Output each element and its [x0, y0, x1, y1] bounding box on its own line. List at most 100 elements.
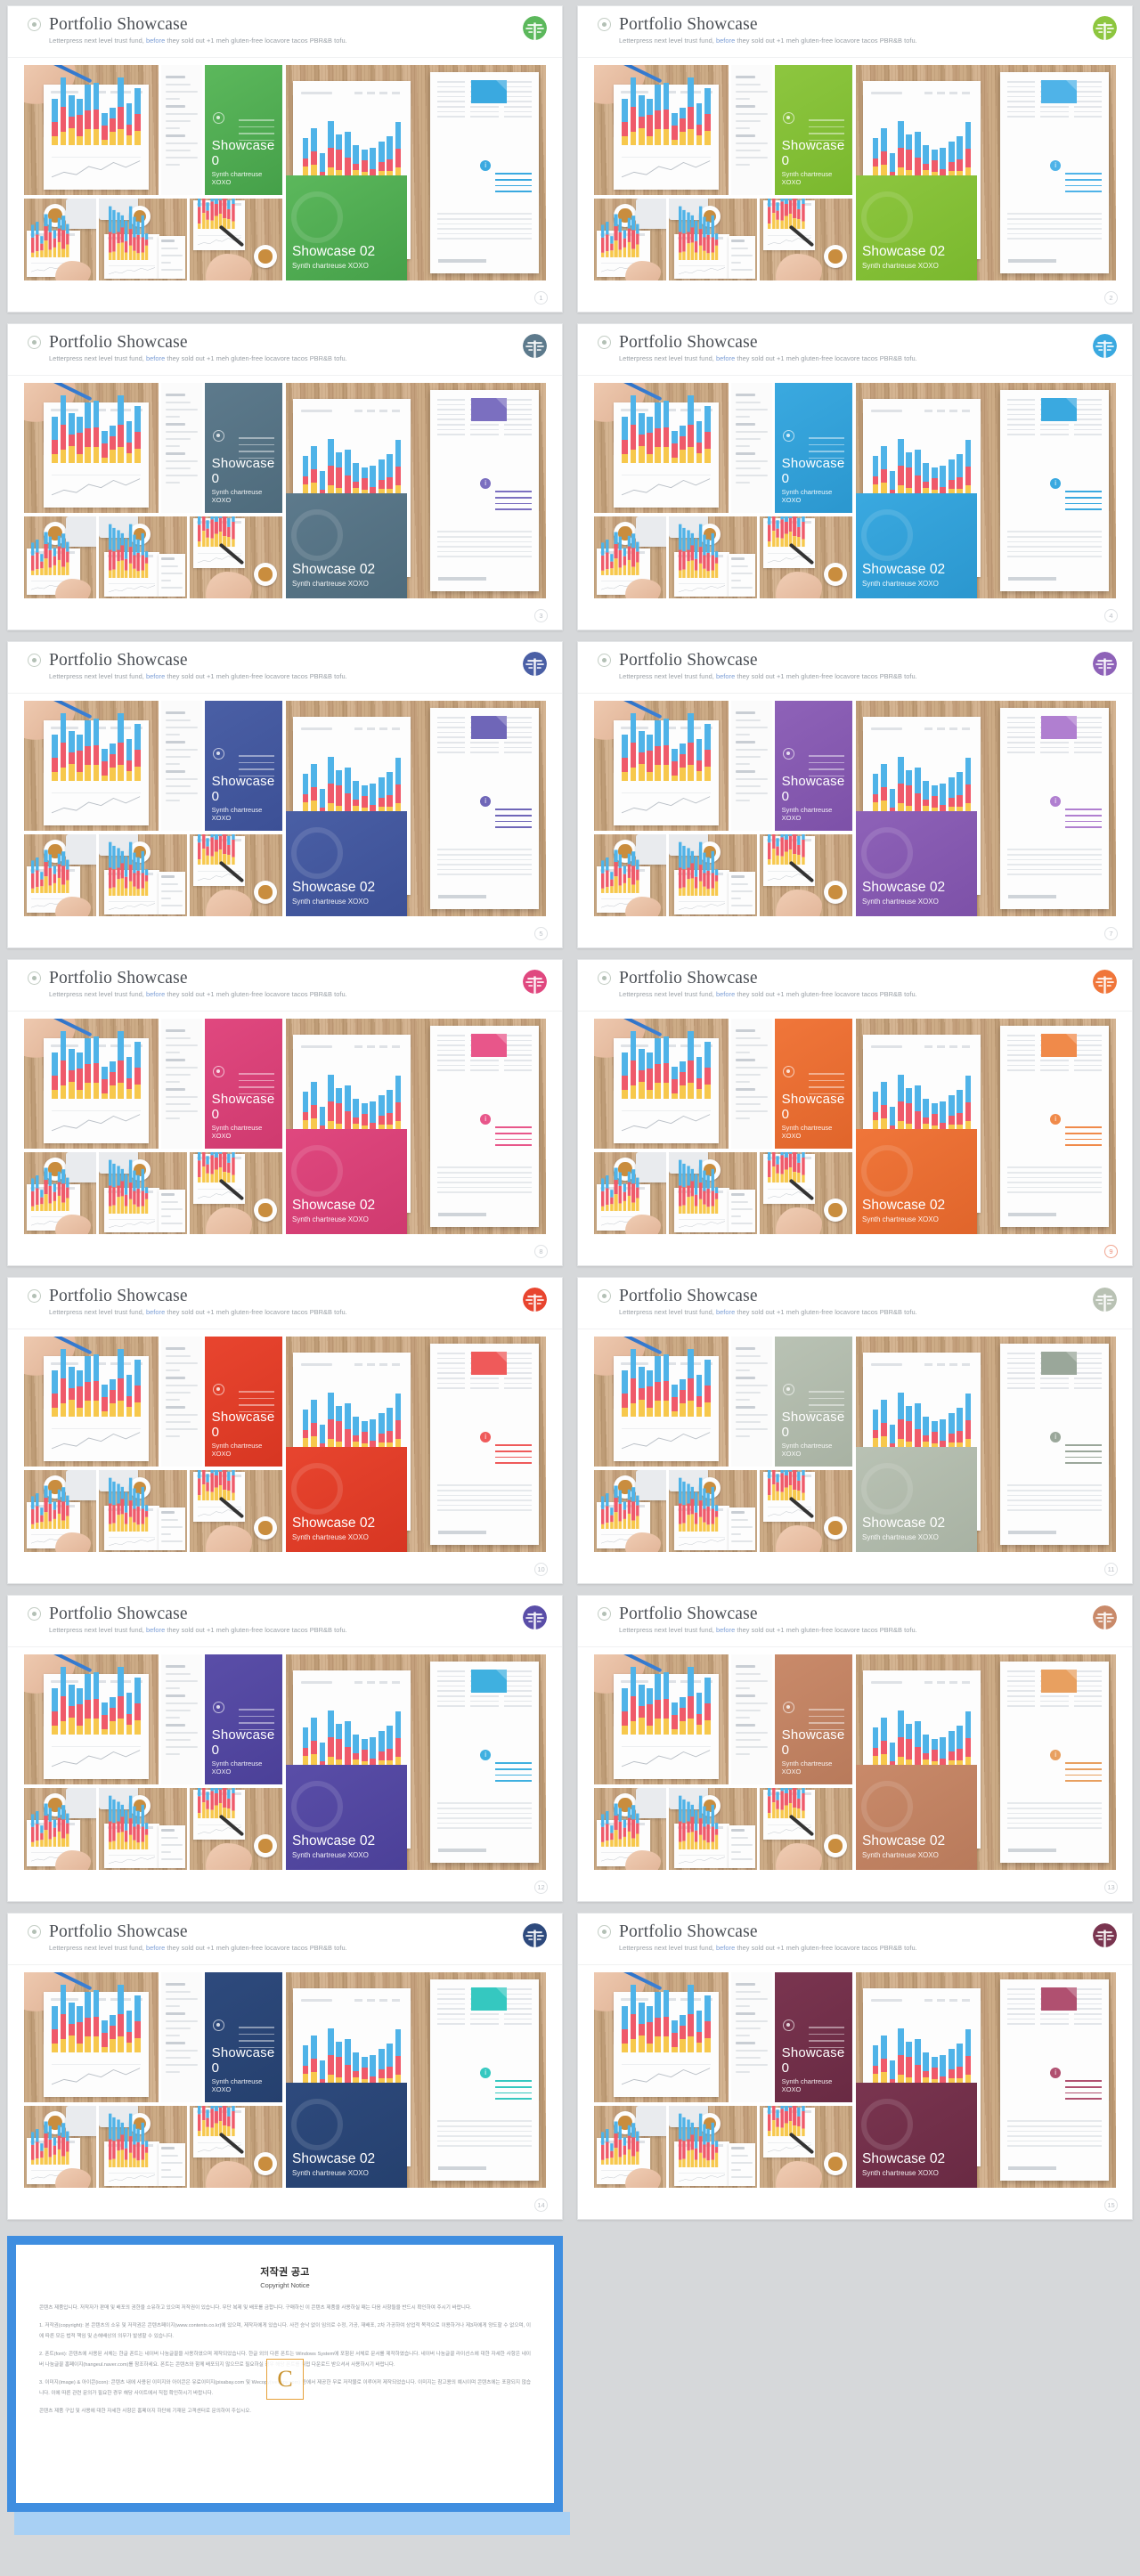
chart-bar [714, 1504, 718, 1532]
portfolio-slide[interactable]: Portfolio Showcase Letterpress next level… [7, 5, 563, 313]
slide-cell[interactable]: Portfolio Showcase Letterpress next level… [0, 1589, 570, 1907]
chart-bar [39, 2143, 44, 2166]
chart-bar [227, 2108, 231, 2137]
hand-shape [624, 579, 661, 598]
subtitle-highlight: before [715, 1308, 736, 1317]
cover-subtitle: Synth chartreuse XOXO [781, 2077, 833, 2093]
photo-desk-laptop [98, 1788, 188, 1870]
chart-bar [623, 2137, 627, 2166]
cover-title-large: Showcase 02 [292, 1198, 376, 1214]
chart-bar [110, 2014, 116, 2053]
chart-bar [647, 1369, 653, 1418]
chart-bar [623, 548, 627, 576]
mockup-report-sheet: i [430, 708, 539, 909]
slide-cell[interactable]: Portfolio Showcase Letterpress next level… [0, 1272, 570, 1589]
slide-subtitle: Letterpress next level trust fund, befor… [619, 37, 917, 45]
mockup-cover-small: Showcase 0 Synth chartreuse XOXO [204, 383, 282, 513]
chart-bar [201, 834, 206, 865]
brand-logo [1093, 1605, 1117, 1629]
mockup-photo-laptop [668, 2106, 758, 2188]
right-mockup-panel: Showcase 02 Synth chartreuse XOXO i [856, 701, 1116, 916]
portfolio-slide[interactable]: Portfolio Showcase Letterpress next level… [577, 959, 1133, 1266]
page-title: Portfolio Showcase [49, 15, 188, 34]
chart-bar [231, 199, 235, 230]
chart-bar [655, 84, 662, 146]
bar-chart [678, 524, 718, 578]
portfolio-slide[interactable]: Portfolio Showcase Letterpress next level… [577, 5, 1133, 313]
slide-cell[interactable]: Portfolio Showcase Letterpress next level… [0, 318, 570, 636]
slide-cell[interactable]: Portfolio Showcase Letterpress next level… [570, 954, 1140, 1272]
chart-bar [614, 1486, 618, 1530]
portfolio-slide[interactable]: Portfolio Showcase Letterpress next level… [577, 1595, 1133, 1902]
hand-shape [776, 1843, 823, 1870]
portfolio-slide[interactable]: Portfolio Showcase Letterpress next level… [7, 1277, 563, 1584]
chart-bar [714, 1822, 718, 1849]
report-signature [438, 2166, 486, 2170]
chart-bar [647, 2005, 653, 2053]
slide-cell[interactable]: Portfolio Showcase Letterpress next level… [0, 1907, 570, 2225]
portfolio-slide[interactable]: Portfolio Showcase Letterpress next level… [7, 959, 563, 1266]
portfolio-slide[interactable]: Portfolio Showcase Letterpress next level… [7, 641, 563, 948]
mockup-photo-writing [190, 834, 282, 916]
mockup-photo-chart [594, 383, 729, 513]
brand-logo-icon [523, 652, 547, 676]
laptop-shape [65, 1470, 96, 1500]
chart-bar [223, 1152, 227, 1183]
chart-bar [768, 1788, 771, 1819]
chart-bar [210, 1152, 214, 1183]
portfolio-slide[interactable]: Portfolio Showcase Letterpress next level… [7, 323, 563, 630]
slide-cell[interactable]: Portfolio Showcase Letterpress next level… [570, 1272, 1140, 1589]
slide-cell[interactable]: Portfolio Showcase Letterpress next level… [570, 1907, 1140, 2225]
chart-bar [655, 1991, 662, 2053]
chart-sheet [103, 1159, 159, 1232]
portfolio-slide[interactable]: Portfolio Showcase Letterpress next level… [577, 1277, 1133, 1584]
slide-footer: 8 [534, 1245, 548, 1258]
coffee-cup [254, 2152, 278, 2175]
slide-header: Portfolio Showcase Letterpress next level… [578, 1278, 1132, 1329]
slide-cell[interactable]: Portfolio Showcase Letterpress next level… [570, 0, 1140, 318]
bar-chart [600, 850, 639, 894]
mockup-document [160, 701, 202, 831]
report-signature [1008, 2166, 1056, 2170]
chart-bar [704, 87, 711, 146]
slide-cell[interactable]: Portfolio Showcase Letterpress next level… [570, 318, 1140, 636]
slide-cell[interactable]: Portfolio Showcase Letterpress next level… [0, 636, 570, 954]
portfolio-slide[interactable]: Portfolio Showcase Letterpress next level… [577, 323, 1133, 630]
portfolio-slide[interactable]: Portfolio Showcase Letterpress next level… [7, 1595, 563, 1902]
portfolio-slide[interactable]: Portfolio Showcase Letterpress next level… [7, 1913, 563, 2220]
chart-bar [682, 2117, 686, 2167]
slide-cell[interactable]: Portfolio Showcase Letterpress next level… [0, 954, 570, 1272]
line-chart [52, 1428, 141, 1453]
slide-cell[interactable]: Portfolio Showcase Letterpress next level… [570, 636, 1140, 954]
report-paragraph [1007, 2120, 1102, 2150]
photo-desk-laptop [668, 199, 758, 280]
chart-bar [686, 2119, 690, 2167]
right-mockup-panel: Showcase 02 Synth chartreuse XOXO i [286, 1337, 546, 1552]
slide-cell[interactable]: Portfolio Showcase Letterpress next level… [0, 0, 570, 318]
chart-bar [690, 851, 694, 896]
chart-bar [144, 1504, 148, 1532]
chart-bar [132, 2124, 136, 2167]
chart-bar [688, 1031, 695, 1100]
slide-cell[interactable]: Portfolio Showcase Letterpress next level… [570, 1589, 1140, 1907]
chart-bar [682, 527, 686, 578]
portfolio-slide[interactable]: Portfolio Showcase Letterpress next level… [577, 641, 1133, 948]
chart-bar [627, 1490, 631, 1530]
slide-header: Portfolio Showcase Letterpress next level… [8, 1278, 562, 1329]
portfolio-slide[interactable]: Portfolio Showcase Letterpress next level… [577, 1913, 1133, 2220]
chart-bar [801, 516, 805, 548]
chart-bar [128, 841, 132, 896]
chart-bar [141, 850, 144, 896]
chart-bar [116, 212, 120, 260]
photo-desk-hand [24, 1019, 159, 1149]
chart-bar [706, 1811, 710, 1849]
chart-sheet [44, 77, 149, 190]
line-chart [678, 264, 725, 276]
chart-bar [801, 2106, 805, 2137]
chart-bar [128, 1159, 132, 1214]
cover-ghost-ring [861, 1781, 913, 1832]
chart-bar [144, 1186, 148, 1214]
chart-bar [706, 540, 710, 578]
slide-footer: 7 [1104, 927, 1118, 940]
chart-bar [112, 2117, 116, 2167]
